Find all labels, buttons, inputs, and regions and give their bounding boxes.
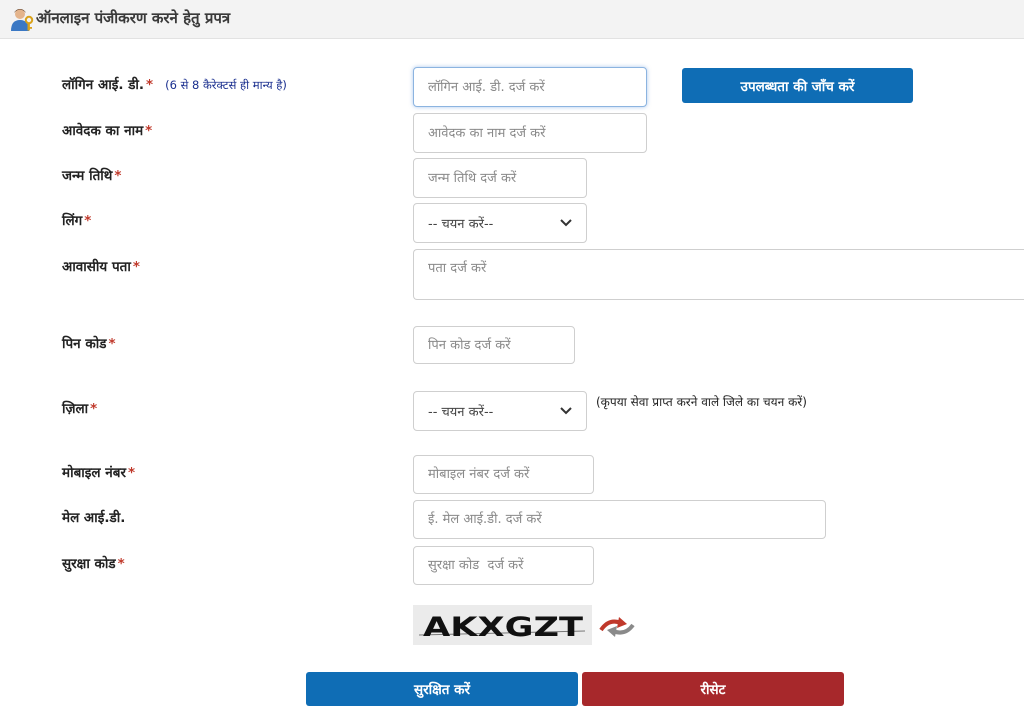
security-code-input[interactable] [413,546,594,585]
login-id-input[interactable] [413,67,647,107]
required-mark: * [114,168,122,184]
pincode-label: पिन कोड * [62,334,116,352]
page-title: ऑनलाइन पंजीकरण करने हेतु प्रपत्र [36,9,231,27]
pincode-label-text: पिन कोड [62,336,107,352]
required-mark: * [127,465,136,481]
district-note: (कृपया सेवा प्राप्त करने वाले जिले का चय… [596,395,807,409]
district-selected-value: -- चयन करें-- [428,405,494,420]
gender-label-text: लिंग [62,213,83,229]
applicant-name-input[interactable] [413,113,647,153]
pincode-input[interactable] [413,326,575,364]
check-availability-button[interactable]: उपलब्धता की जाँच करें [682,68,913,103]
dob-input[interactable] [413,158,587,198]
email-input[interactable] [413,500,826,539]
captcha-image: AKXGZT [413,605,592,645]
chevron-down-icon [560,219,572,227]
address-label: आवासीय पता * [62,257,140,275]
district-label: ज़िला * [62,399,97,417]
dob-label: जन्म तिथि * [62,166,121,184]
applicant-name-label: आवेदक का नाम * [62,121,152,139]
district-label-text: ज़िला [62,401,89,417]
email-label: मेल आई.डी. [62,508,125,526]
address-label-text: आवासीय पता [62,259,131,275]
required-mark: * [145,123,153,139]
required-mark: * [146,77,154,93]
email-label-text: मेल आई.डी. [62,510,126,526]
required-mark: * [132,259,140,275]
gender-select[interactable]: -- चयन करें-- [413,203,587,243]
required-mark: * [90,401,98,417]
user-key-icon [11,9,34,31]
captcha-text: AKXGZT [423,612,584,643]
page-header: ऑनलाइन पंजीकरण करने हेतु प्रपत्र [0,0,1024,39]
address-textarea[interactable] [413,249,1024,300]
applicant-name-label-text: आवेदक का नाम [62,123,144,139]
security-code-label: सुरक्षा कोड * [62,554,125,572]
login-id-label-text: लॉगिन आई. डी. [62,77,145,93]
mobile-input[interactable] [413,455,594,494]
required-mark: * [117,556,125,572]
gender-label: लिंग * [62,211,91,229]
login-id-hint: (6 से 8 कैरेक्टर्स ही मान्य है) [165,78,287,92]
mobile-label-text: मोबाइल नंबर [62,465,126,481]
gender-selected-value: -- चयन करें-- [428,217,494,232]
save-button[interactable]: सुरक्षित करें [306,672,578,706]
required-mark: * [108,336,116,352]
login-id-label: लॉगिन आई. डी. * (6 से 8 कैरेक्टर्स ही मान्… [62,75,287,93]
dob-label-text: जन्म तिथि [62,168,113,184]
captcha-graphic: AKXGZT [418,612,586,643]
chevron-down-icon [560,407,572,415]
reset-button[interactable]: रीसेट [582,672,844,706]
security-code-label-text: सुरक्षा कोड [62,556,116,572]
required-mark: * [84,213,92,229]
mobile-label: मोबाइल नंबर * [62,463,135,481]
district-select[interactable]: -- चयन करें-- [413,391,587,431]
refresh-arrows-icon[interactable] [595,614,639,638]
